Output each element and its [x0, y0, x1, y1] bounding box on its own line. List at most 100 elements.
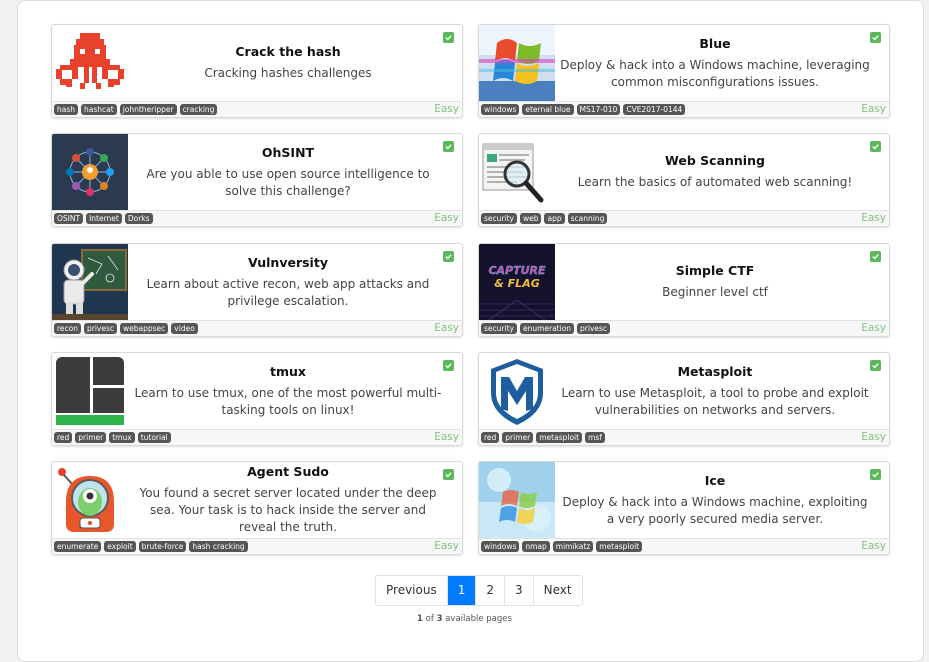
tag[interactable]: security	[481, 323, 517, 334]
completed-check-icon	[443, 32, 454, 43]
room-card-tmux[interactable]: tmux Learn to use tmux, one of the most …	[51, 352, 463, 446]
tag[interactable]: Dorks	[124, 213, 153, 224]
tag[interactable]: scanning	[567, 213, 608, 224]
svg-text:CAPTURE: CAPTURE	[488, 264, 546, 277]
card-title[interactable]: Crack the hash	[235, 44, 340, 59]
tag-list: windows nmap mimikatz metasploit	[481, 541, 643, 552]
tag[interactable]: mimikatz	[552, 541, 594, 552]
tag[interactable]: exploit	[104, 541, 136, 552]
tag-list: security web app scanning	[481, 213, 608, 224]
tag[interactable]: CVE2017-0144	[623, 104, 686, 115]
tag[interactable]: OSINT	[54, 213, 84, 224]
difficulty-label: Easy	[434, 431, 459, 443]
tag[interactable]: video	[171, 323, 198, 334]
page-2-button[interactable]: 2	[475, 576, 504, 605]
card-description: Learn to use Metasploit, a tool to probe…	[561, 385, 869, 417]
difficulty-label: Easy	[434, 212, 459, 224]
difficulty-label: Easy	[434, 540, 459, 552]
tag[interactable]: hashcat	[81, 104, 117, 115]
card-title[interactable]: OhSINT	[262, 145, 314, 160]
card-content: tmux Learn to use tmux, one of the most …	[128, 353, 448, 429]
tag[interactable]: metasploit	[536, 432, 583, 443]
magnifier-icon	[479, 134, 555, 210]
card-content: Web Scanning Learn the basics of automat…	[555, 134, 875, 210]
tag[interactable]: app	[544, 213, 565, 224]
room-card-vulnversity[interactable]: Vulnversity Learn about active recon, we…	[51, 243, 463, 337]
tag[interactable]: security	[481, 213, 517, 224]
tag[interactable]: recon	[54, 323, 81, 334]
astronaut-icon	[52, 244, 128, 320]
tag[interactable]: enumerate	[54, 541, 102, 552]
completed-check-icon	[443, 469, 454, 480]
card-description: Beginner level ctf	[662, 285, 768, 299]
next-page-button[interactable]: Next	[532, 576, 582, 605]
completed-check-icon	[870, 141, 881, 152]
room-card-metasploit[interactable]: Metasploit Learn to use Metasploit, a to…	[478, 352, 890, 446]
tag[interactable]: MS17-010	[576, 104, 621, 115]
completed-check-icon	[443, 360, 454, 371]
card-footer: OSINT Internet Dorks Easy	[52, 210, 462, 226]
card-title[interactable]: tmux	[270, 364, 306, 379]
room-card-agent-sudo[interactable]: Agent Sudo You found a secret server loc…	[51, 461, 463, 555]
room-card-crack-the-hash[interactable]: Crack the hash Cracking hashes challenge…	[51, 24, 463, 118]
room-card-web-scanning[interactable]: Web Scanning Learn the basics of automat…	[478, 133, 890, 227]
tag[interactable]: cracking	[179, 104, 218, 115]
tag[interactable]: privesc	[84, 323, 118, 334]
tag[interactable]: tmux	[109, 432, 135, 443]
tag[interactable]: web	[519, 213, 542, 224]
card-content: Vulnversity Learn about active recon, we…	[128, 244, 448, 320]
tag-list: recon privesc webappsec video	[54, 323, 198, 334]
tag[interactable]: webappsec	[120, 323, 169, 334]
card-title[interactable]: Vulnversity	[248, 255, 328, 270]
tag-list: windows eternal blue MS17-010 CVE2017-01…	[481, 104, 686, 115]
tag[interactable]: eternal blue	[522, 104, 574, 115]
room-card-ice[interactable]: Ice Deploy & hack into a Windows machine…	[478, 461, 890, 555]
completed-check-icon	[870, 32, 881, 43]
page-info: 1 of 3 available pages	[0, 614, 929, 624]
tag[interactable]: red	[54, 432, 73, 443]
capture-flag-icon: CAPTURE & FLAG	[479, 244, 555, 320]
tag[interactable]: enumeration	[519, 323, 575, 334]
tag[interactable]: tutorial	[137, 432, 171, 443]
tag-list: hash hashcat johntheripper cracking	[54, 104, 218, 115]
tag[interactable]: nmap	[522, 541, 550, 552]
windows-ice-icon	[479, 462, 555, 538]
room-card-blue[interactable]: Blue Deploy & hack into a Windows machin…	[478, 24, 890, 118]
tag[interactable]: privesc	[577, 323, 611, 334]
octopus-icon	[52, 25, 128, 101]
previous-page-button[interactable]: Previous	[376, 576, 447, 605]
tag-list: enumerate exploit brute-force hash crack…	[54, 541, 248, 552]
tag[interactable]: metasploit	[596, 541, 643, 552]
page-3-button[interactable]: 3	[504, 576, 533, 605]
difficulty-label: Easy	[861, 431, 886, 443]
tag[interactable]: Internet	[86, 213, 122, 224]
card-title[interactable]: Blue	[699, 36, 730, 51]
tag[interactable]: johntheripper	[119, 104, 177, 115]
card-title[interactable]: Simple CTF	[676, 263, 755, 278]
card-title[interactable]: Ice	[705, 473, 726, 488]
card-title[interactable]: Metasploit	[678, 364, 753, 379]
card-title[interactable]: Web Scanning	[665, 153, 765, 168]
room-card-simple-ctf[interactable]: CAPTURE & FLAG Simple CTF Beginner level…	[478, 243, 890, 337]
card-description: Deploy & hack into a Windows machine, ex…	[562, 494, 868, 526]
card-title[interactable]: Agent Sudo	[247, 464, 329, 479]
room-card-ohsint[interactable]: OhSINT Are you able to use open source i…	[51, 133, 463, 227]
tag[interactable]: hash cracking	[189, 541, 248, 552]
card-footer: windows eternal blue MS17-010 CVE2017-01…	[479, 101, 889, 117]
card-content: Metasploit Learn to use Metasploit, a to…	[555, 353, 875, 429]
tag[interactable]: brute-force	[138, 541, 187, 552]
tag[interactable]: msf	[585, 432, 605, 443]
difficulty-label: Easy	[861, 212, 886, 224]
page-info-of: of	[422, 614, 437, 624]
tag[interactable]: windows	[481, 104, 520, 115]
page-1-button[interactable]: 1	[446, 576, 476, 605]
tag[interactable]: red	[481, 432, 500, 443]
tag[interactable]: primer	[502, 432, 534, 443]
completed-check-icon	[443, 251, 454, 262]
completed-check-icon	[870, 469, 881, 480]
tag[interactable]: windows	[481, 541, 520, 552]
tag-list: red primer metasploit msf	[481, 432, 605, 443]
tag[interactable]: hash	[54, 104, 79, 115]
windows-logo-icon	[479, 25, 555, 101]
tag[interactable]: primer	[75, 432, 107, 443]
